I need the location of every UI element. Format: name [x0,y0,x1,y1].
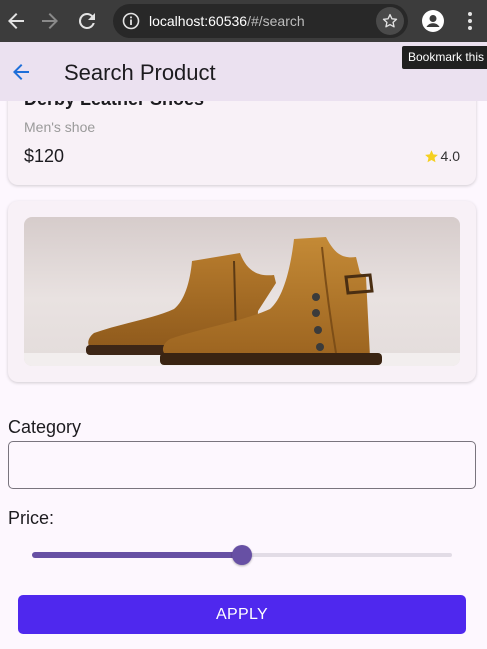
url-text: localhost:60536/#/search [149,13,305,29]
boot-illustration [24,237,460,366]
price-slider[interactable] [32,545,452,565]
reload-icon[interactable] [75,9,99,33]
product-category: Men's shoe [24,119,96,135]
site-info-icon[interactable] [121,11,141,31]
category-label: Category [8,417,82,437]
url-path: /#/search [247,13,305,29]
price-label: Price: [8,508,55,528]
product-name: Derby Leather Shoes [24,101,204,110]
product-card[interactable] [8,201,476,382]
product-rating: 4.0 [424,148,460,164]
product-card[interactable]: Derby Leather Shoes Men's shoe $120 4.0 [8,101,476,185]
address-bar[interactable]: localhost:60536/#/search [113,4,408,38]
back-arrow-icon[interactable] [9,60,33,84]
back-arrow-icon[interactable] [4,9,28,33]
product-price: $120 [24,146,65,166]
browser-toolbar: localhost:60536/#/search [0,0,487,42]
more-menu-icon[interactable] [458,9,482,33]
bookmark-star-icon[interactable] [376,7,404,35]
rating-value: 4.0 [440,148,460,164]
search-content: Derby Leather Shoes Men's shoe $120 4.0 [0,101,487,649]
page-title: Search Product [64,60,216,85]
url-host: localhost:60536 [149,13,248,29]
bookmark-tooltip: Bookmark this [402,46,487,69]
product-image [24,217,460,366]
profile-icon[interactable] [421,9,445,33]
slider-thumb[interactable] [232,545,252,565]
forward-arrow-icon[interactable] [38,9,62,33]
slider-active-track [32,552,242,558]
apply-button[interactable]: APPLY [18,595,466,634]
category-input[interactable] [8,441,476,489]
star-icon [424,149,438,162]
